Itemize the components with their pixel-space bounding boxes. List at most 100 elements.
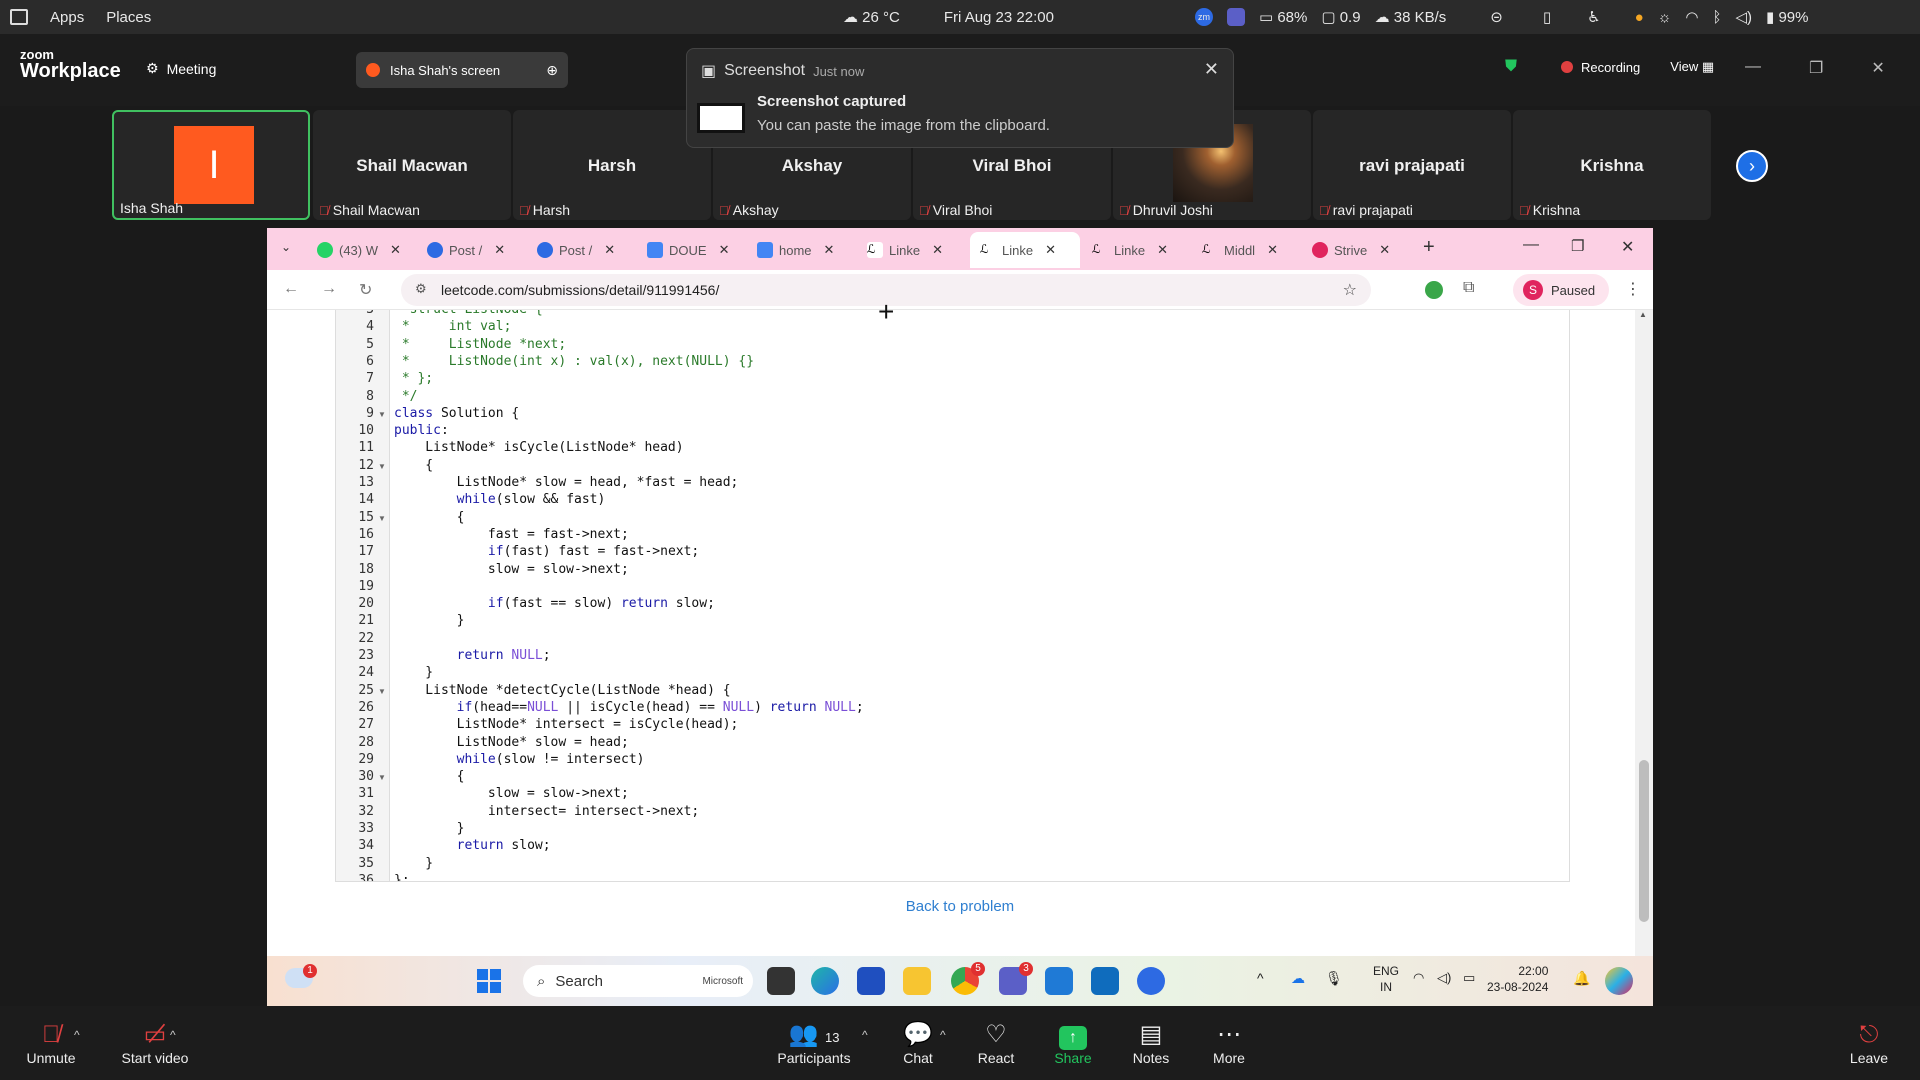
mic-tray-icon[interactable]: 🎙 [1325, 970, 1343, 987]
file-explorer-icon[interactable] [903, 967, 931, 995]
restore-icon[interactable]: ❐ [1809, 58, 1823, 78]
back-to-problem-link[interactable]: Back to problem [267, 898, 1653, 915]
start-video-button[interactable]: ▭̸ Start video [95, 1020, 215, 1066]
chat-chevron-icon[interactable]: ^ [940, 1028, 946, 1042]
close-tab-icon[interactable]: ✕ [1045, 242, 1056, 258]
browser-tab[interactable]: ℒ Middl ✕ [1192, 232, 1278, 268]
windows-start-icon[interactable] [477, 969, 501, 993]
close-tab-icon[interactable]: ✕ [1267, 242, 1278, 258]
participant-tile[interactable]: Shail Macwan 🎙̸ Shail Macwan [313, 110, 511, 220]
page-scrollbar[interactable]: ▲ [1635, 310, 1653, 1006]
browser-tab[interactable]: Strive ✕ [1302, 232, 1390, 268]
video-options-chevron-icon[interactable]: ^ [170, 1028, 176, 1042]
zoom-tray-icon[interactable]: zm [1195, 8, 1213, 26]
close-tab-icon[interactable]: ✕ [604, 242, 615, 258]
volume-icon[interactable]: ◁) [1736, 8, 1753, 26]
outlook-icon[interactable] [1091, 967, 1119, 995]
task-view-icon[interactable] [767, 967, 795, 995]
site-info-icon[interactable]: ⚙ [415, 281, 427, 297]
meeting-button[interactable]: ⚙ Meeting [146, 60, 216, 77]
vscode-icon[interactable] [1045, 967, 1073, 995]
activities-icon[interactable] [10, 9, 28, 25]
accessibility-icon[interactable]: ♿ [1587, 8, 1600, 26]
onedrive-icon[interactable]: ☁ [1291, 970, 1305, 987]
security-shield-icon[interactable]: ⛊ [1505, 58, 1517, 76]
battery-tray-icon[interactable]: ▭ [1463, 970, 1475, 986]
participants-chevron-icon[interactable]: ^ [862, 1028, 868, 1042]
edge-icon[interactable] [811, 967, 839, 995]
fold-toggle-icon[interactable]: ▼ [378, 687, 386, 696]
scroll-up-icon[interactable]: ▲ [1639, 310, 1647, 319]
notes-button[interactable]: ▤ Notes [1106, 1020, 1196, 1066]
more-options-icon[interactable]: ⊕ [546, 62, 558, 79]
tab-search-icon[interactable]: ⌄ [281, 240, 291, 254]
browser-tab[interactable]: Post / ✕ [527, 232, 615, 268]
screen-share-pill[interactable]: Isha Shah's screen ⊕ [356, 52, 568, 88]
participant-tile[interactable]: ravi prajapati 🎙̸ ravi prajapati [1313, 110, 1511, 220]
close-icon[interactable]: ✕ [1621, 237, 1634, 257]
fold-toggle-icon[interactable]: ▼ [378, 514, 386, 523]
bluetooth-icon[interactable]: ᛒ [1712, 9, 1721, 26]
load-indicator[interactable]: ▢ 0.9 [1321, 8, 1360, 26]
fold-toggle-icon[interactable]: ▼ [378, 462, 386, 471]
browser-tab[interactable]: ℒ Linke ✕ [857, 232, 943, 268]
language-indicator[interactable]: ENG IN [1373, 964, 1399, 995]
notification-bell-icon[interactable]: 🔔 [1573, 970, 1590, 987]
browser-tab[interactable]: ℒ Linke ✕ [1082, 232, 1168, 268]
copilot-icon[interactable] [1605, 967, 1633, 995]
scrollbar-thumb[interactable] [1639, 760, 1649, 922]
volume-tray-icon[interactable]: ◁) [1437, 970, 1451, 986]
menu-dots-icon[interactable]: ⋮ [1625, 279, 1641, 299]
close-tab-icon[interactable]: ✕ [824, 242, 835, 258]
minimize-icon[interactable]: — [1745, 58, 1761, 78]
browser-tab-active[interactable]: ℒ Linke ✕ [970, 232, 1080, 268]
participant-tile[interactable]: Harsh 🎙̸ Harsh [513, 110, 711, 220]
teams-tray-icon[interactable] [1227, 8, 1245, 26]
next-page-button[interactable]: › [1736, 150, 1768, 182]
extensions-puzzle-icon[interactable]: ⧉ [1463, 279, 1474, 297]
cpu-indicator[interactable]: ▭ 68% [1259, 8, 1307, 26]
new-tab-icon[interactable]: + [1423, 236, 1435, 259]
recording-indicator[interactable]: Recording [1561, 60, 1640, 75]
windows-clock[interactable]: 22:00 23-08-2024 [1487, 964, 1548, 995]
share-button[interactable]: ↑ Share [1028, 1020, 1118, 1066]
clipboard-icon[interactable]: ▯ [1543, 8, 1551, 26]
browser-tab[interactable]: home ✕ [747, 232, 834, 268]
close-icon[interactable]: ✕ [1204, 59, 1219, 80]
screenshot-notification[interactable]: ▣ Screenshot Just now Screenshot capture… [686, 48, 1234, 148]
code-editor[interactable]: 3456789▼101112▼131415▼161718192021222324… [335, 310, 1570, 882]
fold-toggle-icon[interactable]: ▼ [378, 773, 386, 782]
more-button[interactable]: ⋯ More [1184, 1020, 1274, 1066]
battery-indicator[interactable]: ▮ 99% [1766, 8, 1808, 26]
minimize-icon[interactable]: — [1523, 236, 1539, 254]
close-tab-icon[interactable]: ✕ [494, 242, 505, 258]
tray-chevron-icon[interactable]: ^ [1257, 970, 1264, 986]
screen-share-icon[interactable]: ⊝ [1490, 8, 1503, 26]
audio-options-chevron-icon[interactable]: ^ [74, 1028, 80, 1042]
wifi-icon[interactable]: ◠ [1685, 8, 1698, 26]
fold-toggle-icon[interactable]: ▼ [378, 410, 386, 419]
wifi-tray-icon[interactable]: ◠ [1413, 970, 1424, 986]
participant-tile[interactable]: Krishna 🎙̸ Krishna [1513, 110, 1711, 220]
close-tab-icon[interactable]: ✕ [1379, 242, 1390, 258]
clock[interactable]: Fri Aug 23 22:00 [944, 9, 1054, 26]
store-icon[interactable] [857, 967, 885, 995]
chat-button[interactable]: 💬 Chat [873, 1020, 963, 1066]
close-icon[interactable]: ✕ [1871, 58, 1884, 78]
windows-search-box[interactable]: ⌕ Search Microsoft [523, 965, 753, 997]
browser-tab[interactable]: (43) W ✕ [307, 232, 401, 268]
microphone-icon[interactable]: ● [1635, 9, 1644, 26]
close-tab-icon[interactable]: ✕ [390, 242, 401, 258]
participants-button[interactable]: 👥 13 Participants [769, 1020, 859, 1066]
view-button[interactable]: View ▦ [1670, 59, 1714, 75]
unmute-button[interactable]: 🎙̸ Unmute [6, 1020, 96, 1066]
browser-tab[interactable]: DOUE ✕ [637, 232, 729, 268]
browser-tab[interactable]: Post / ✕ [417, 232, 505, 268]
close-tab-icon[interactable]: ✕ [932, 242, 943, 258]
reload-icon[interactable]: ↻ [359, 280, 372, 300]
brightness-icon[interactable]: ☼ [1658, 9, 1672, 26]
zoom-app-icon[interactable] [1137, 967, 1165, 995]
apps-menu[interactable]: Apps [50, 9, 84, 26]
restore-icon[interactable]: ❐ [1571, 237, 1584, 255]
leave-button[interactable]: ⎋ Leave [1824, 1020, 1914, 1066]
